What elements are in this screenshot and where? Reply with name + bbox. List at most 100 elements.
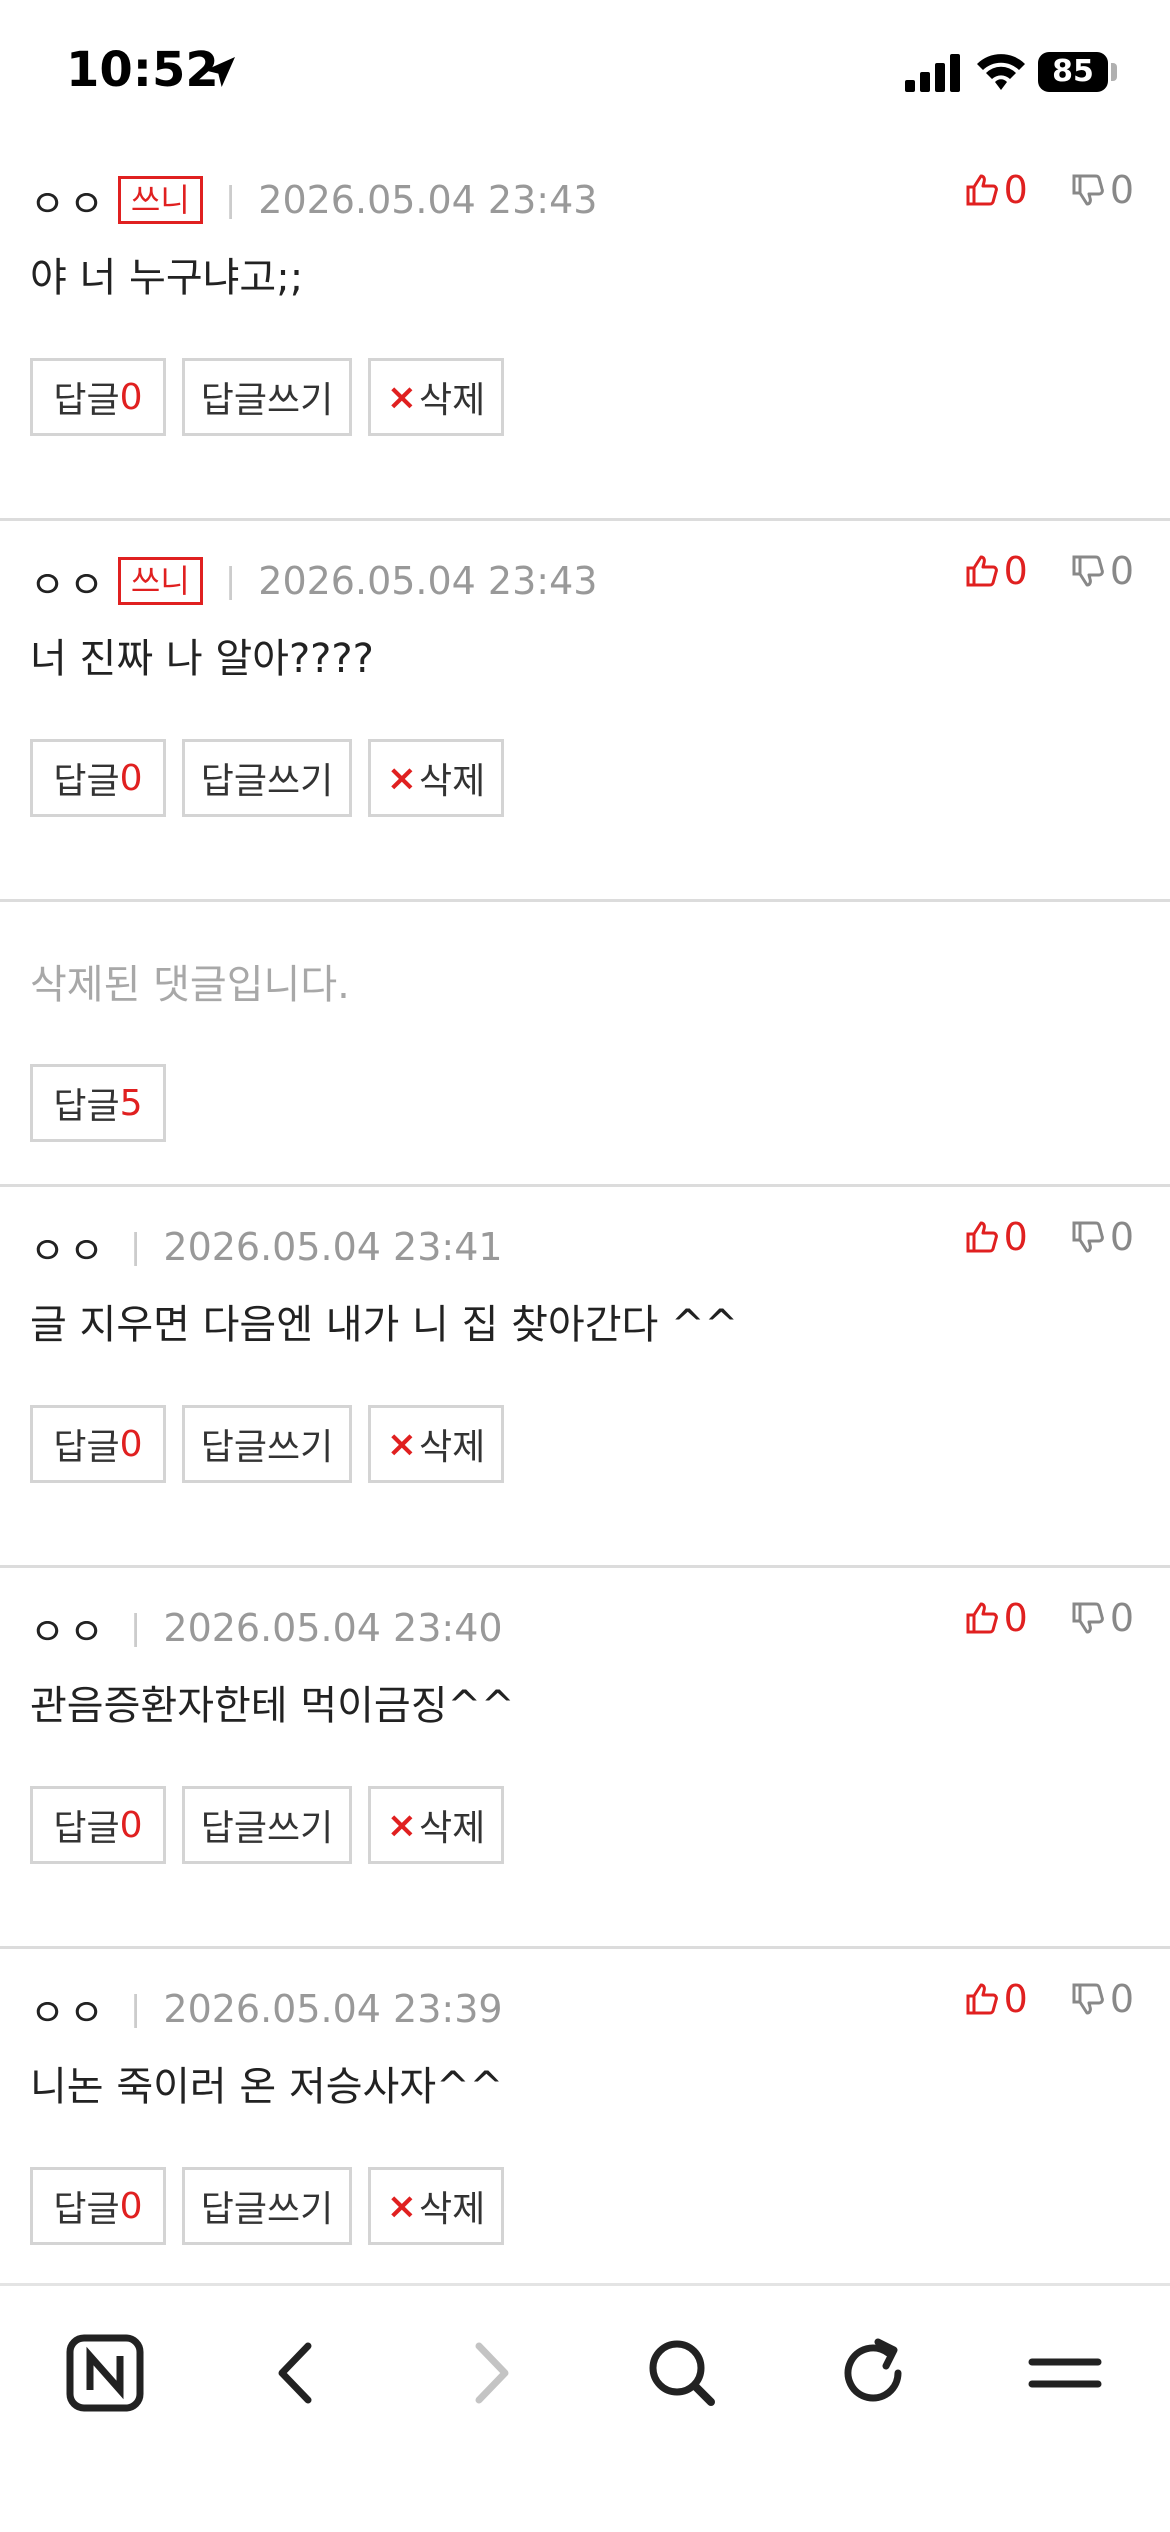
cellular-signal-icon [905, 54, 960, 92]
meta-separator: | [224, 180, 237, 220]
reply-count: 0 [119, 376, 143, 418]
downvote-button[interactable]: 0 [1070, 1977, 1134, 2021]
wifi-icon [977, 54, 1025, 90]
comment-votes: 0 0 [964, 168, 1134, 212]
reply-count-button[interactable]: 답글 5 [30, 1064, 166, 1142]
comment-date: 2026.05.04 23:40 [163, 1606, 503, 1650]
comment-actions: 답글 0 답글쓰기 × 삭제 [30, 358, 520, 436]
reply-count-button[interactable]: 답글 0 [30, 1405, 166, 1483]
writer-badge: 쓰니 [117, 557, 203, 605]
comment-actions: 답글 5 [30, 1064, 182, 1142]
thumbs-up-icon [966, 1602, 998, 1634]
write-reply-label: 답글쓰기 [200, 1808, 334, 1849]
delete-button[interactable]: × 삭제 [368, 1405, 504, 1483]
comment-nickname: ㅇㅇ [30, 1990, 108, 2035]
reply-count-button[interactable]: 답글 0 [30, 2167, 166, 2245]
write-reply-label: 답글쓰기 [200, 1427, 334, 1468]
forward-arrow-icon[interactable] [445, 2328, 535, 2418]
close-icon: × [386, 757, 417, 799]
comment-nickname: ㅇㅇ [30, 1228, 108, 1273]
write-reply-button[interactable]: 답글쓰기 [182, 358, 352, 436]
reload-icon[interactable] [828, 2328, 918, 2418]
thumbs-down-icon [1072, 555, 1104, 587]
comment-item: ㅇㅇ 쓰니 | 2026.05.04 23:43 0 0 너 진짜 나 알아??… [0, 521, 1170, 902]
comment-date: 2026.05.04 23:41 [163, 1225, 503, 1269]
reply-count: 0 [119, 757, 143, 799]
delete-label: 삭제 [418, 2189, 486, 2230]
comment-nickname: ㅇㅇ [30, 1609, 108, 1654]
comment-actions: 답글 0 답글쓰기 × 삭제 [30, 2167, 520, 2245]
write-reply-label: 답글쓰기 [200, 2189, 334, 2230]
write-reply-button[interactable]: 답글쓰기 [182, 1405, 352, 1483]
downvote-button[interactable]: 0 [1070, 1596, 1134, 1640]
reply-label: 답글 [53, 761, 120, 802]
write-reply-button[interactable]: 답글쓰기 [182, 2167, 352, 2245]
thumbs-down-icon [1072, 1602, 1104, 1634]
upvote-button[interactable]: 0 [964, 1596, 1028, 1640]
comment-meta: ㅇㅇ 쓰니 | 2026.05.04 23:43 [30, 551, 597, 611]
comment-votes: 0 0 [964, 1977, 1134, 2021]
comment-meta: ㅇㅇ 쓰니 | 2026.05.04 23:43 [30, 170, 597, 230]
battery-nub [1111, 63, 1117, 81]
upvote-count: 0 [1003, 1977, 1028, 2021]
write-reply-label: 답글쓰기 [200, 380, 334, 421]
close-icon: × [386, 376, 417, 418]
comment-text: 관음증환자한테 먹이금징^^ [30, 1683, 515, 1729]
upvote-count: 0 [1003, 549, 1028, 593]
reply-count: 5 [119, 1082, 143, 1124]
comment-meta: ㅇㅇ | 2026.05.04 23:40 [30, 1598, 503, 1658]
thumbs-up-icon [966, 1221, 998, 1253]
comment-item: ㅇㅇ | 2026.05.04 23:40 0 0 관음증환자한테 먹이금징^^… [0, 1568, 1170, 1949]
downvote-count: 0 [1109, 168, 1134, 212]
upvote-button[interactable]: 0 [964, 1977, 1028, 2021]
menu-icon[interactable] [1020, 2328, 1110, 2418]
naver-home-icon[interactable] [60, 2328, 150, 2418]
delete-button[interactable]: × 삭제 [368, 358, 504, 436]
write-reply-button[interactable]: 답글쓰기 [182, 1786, 352, 1864]
reply-count: 0 [119, 2185, 143, 2227]
downvote-button[interactable]: 0 [1070, 1215, 1134, 1259]
downvote-button[interactable]: 0 [1070, 549, 1134, 593]
upvote-button[interactable]: 0 [964, 168, 1028, 212]
downvote-button[interactable]: 0 [1070, 168, 1134, 212]
comment-text: 니논 죽이러 온 저승사자^^ [30, 2064, 504, 2110]
comment-votes: 0 0 [964, 1596, 1134, 1640]
deleted-comment-text: 삭제된 댓글입니다. [30, 962, 350, 1008]
comment-item: ㅇㅇ | 2026.05.04 23:39 0 0 니논 죽이러 온 저승사자^… [0, 1949, 1170, 2330]
comment-date: 2026.05.04 23:43 [258, 178, 598, 222]
comment-list: ㅇㅇ 쓰니 | 2026.05.04 23:43 0 0 야 너 누구냐고;; [0, 140, 1170, 2330]
upvote-button[interactable]: 0 [964, 1215, 1028, 1259]
battery-icon: 85 [1038, 52, 1108, 92]
delete-button[interactable]: × 삭제 [368, 739, 504, 817]
comment-text: 글 지우면 다음엔 내가 니 집 찾아간다 ^^ [30, 1302, 739, 1348]
write-reply-button[interactable]: 답글쓰기 [182, 739, 352, 817]
thumbs-down-icon [1072, 174, 1104, 206]
upvote-button[interactable]: 0 [964, 549, 1028, 593]
meta-separator: | [224, 561, 237, 601]
comment-nickname: ㅇㅇ [30, 562, 108, 607]
delete-button[interactable]: × 삭제 [368, 1786, 504, 1864]
upvote-count: 0 [1003, 1596, 1028, 1640]
writer-badge: 쓰니 [117, 176, 203, 224]
downvote-count: 0 [1109, 1215, 1134, 1259]
reply-count-button[interactable]: 답글 0 [30, 358, 166, 436]
thumbs-up-icon [966, 174, 998, 206]
comment-text: 너 진짜 나 알아???? [30, 636, 374, 682]
write-reply-label: 답글쓰기 [200, 761, 334, 802]
comment-text: 야 너 누구냐고;; [30, 255, 304, 301]
delete-button[interactable]: × 삭제 [368, 2167, 504, 2245]
downvote-count: 0 [1109, 1977, 1134, 2021]
back-arrow-icon[interactable] [252, 2328, 342, 2418]
search-icon[interactable] [637, 2328, 727, 2418]
comment-item: ㅇㅇ | 2026.05.04 23:41 0 0 글 지우면 다음엔 내가 니… [0, 1187, 1170, 1568]
deleted-comment-item: 삭제된 댓글입니다. 답글 5 [0, 902, 1170, 1187]
downvote-count: 0 [1109, 1596, 1134, 1640]
comment-actions: 답글 0 답글쓰기 × 삭제 [30, 1786, 520, 1864]
comment-meta: ㅇㅇ | 2026.05.04 23:39 [30, 1979, 503, 2039]
reply-count: 0 [119, 1804, 143, 1846]
reply-count-button[interactable]: 답글 0 [30, 739, 166, 817]
reply-count-button[interactable]: 답글 0 [30, 1786, 166, 1864]
downvote-count: 0 [1109, 549, 1134, 593]
comment-meta: ㅇㅇ | 2026.05.04 23:41 [30, 1217, 503, 1277]
thumbs-down-icon [1072, 1221, 1104, 1253]
